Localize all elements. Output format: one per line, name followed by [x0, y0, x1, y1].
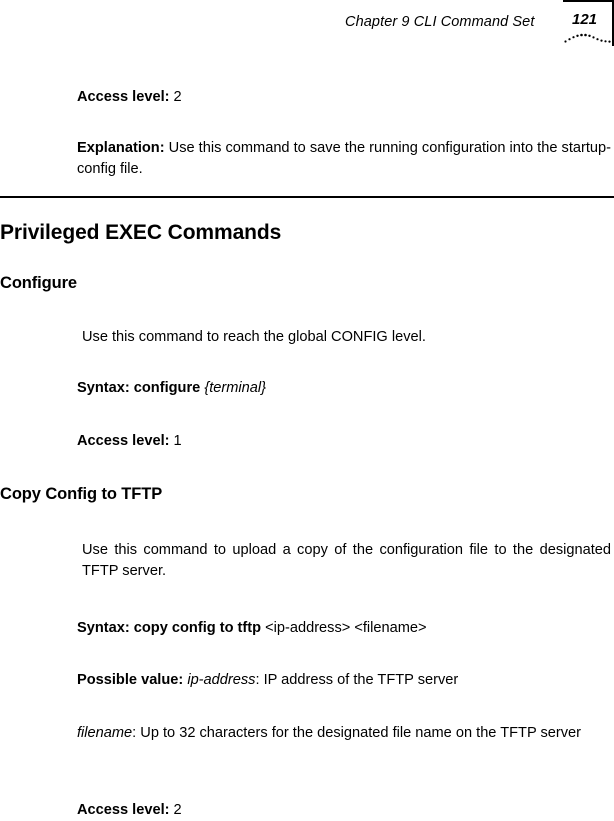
copy-config-syntax-paragraph: Syntax: copy config to tftp <ip-address>…	[77, 618, 611, 639]
copy-config-syntax-arguments: <ip-address> <filename>	[261, 619, 427, 636]
access-level-label-1: Access level:	[77, 88, 170, 105]
subsection-heading-configure: Configure	[0, 273, 78, 292]
possible-value-text: : IP address of the TFTP server	[255, 671, 459, 688]
access-level-value-1: 2	[169, 88, 182, 105]
copy-config-syntax-label: Syntax: copy config to tftp	[77, 619, 262, 636]
copy-config-description: Use this command to upload a copy of the…	[82, 541, 611, 579]
configure-syntax-label: Syntax: configure	[77, 379, 201, 396]
explanation-label: Explanation:	[77, 139, 165, 156]
subsection-heading-copy-config-to-tftp: Copy Config to TFTP	[0, 484, 163, 503]
access-level-value-2: 1	[169, 432, 182, 449]
dotted-wave-ornament-icon	[564, 33, 611, 43]
page-header: Chapter 9 CLI Command Set 121	[0, 0, 614, 48]
configure-syntax-paragraph: Syntax: configure {terminal}	[77, 378, 611, 399]
configure-description: Use this command to reach the global CON…	[82, 328, 426, 345]
document-page: Chapter 9 CLI Command Set 121 Access lev…	[0, 0, 614, 818]
access-level-label-2: Access level:	[77, 432, 170, 449]
page-number: 121	[572, 11, 598, 28]
possible-value-term-ip-address: ip-address	[187, 671, 256, 688]
explanation-paragraph: Explanation: Use this command to save th…	[77, 138, 611, 180]
access-level-paragraph-1: Access level: 2	[77, 87, 611, 108]
possible-value-paragraph: Possible value: ip-address: IP address o…	[77, 670, 611, 691]
filename-paragraph: filename: Up to 32 characters for the de…	[77, 723, 611, 744]
filename-text: : Up to 32 characters for the designated…	[132, 724, 582, 741]
section-heading-privileged-exec-commands: Privileged EXEC Commands	[0, 221, 282, 245]
configure-syntax-argument: {terminal}	[204, 379, 266, 396]
access-level-paragraph-2: Access level: 1	[77, 431, 611, 452]
filename-term: filename	[77, 724, 133, 741]
possible-value-label: Possible value:	[77, 671, 184, 688]
access-level-paragraph-3: Access level: 2	[77, 800, 611, 821]
header-chapter-title: Chapter 9 CLI Command Set	[345, 14, 535, 30]
section-divider	[0, 196, 614, 198]
page-number-box: 121	[563, 0, 614, 46]
